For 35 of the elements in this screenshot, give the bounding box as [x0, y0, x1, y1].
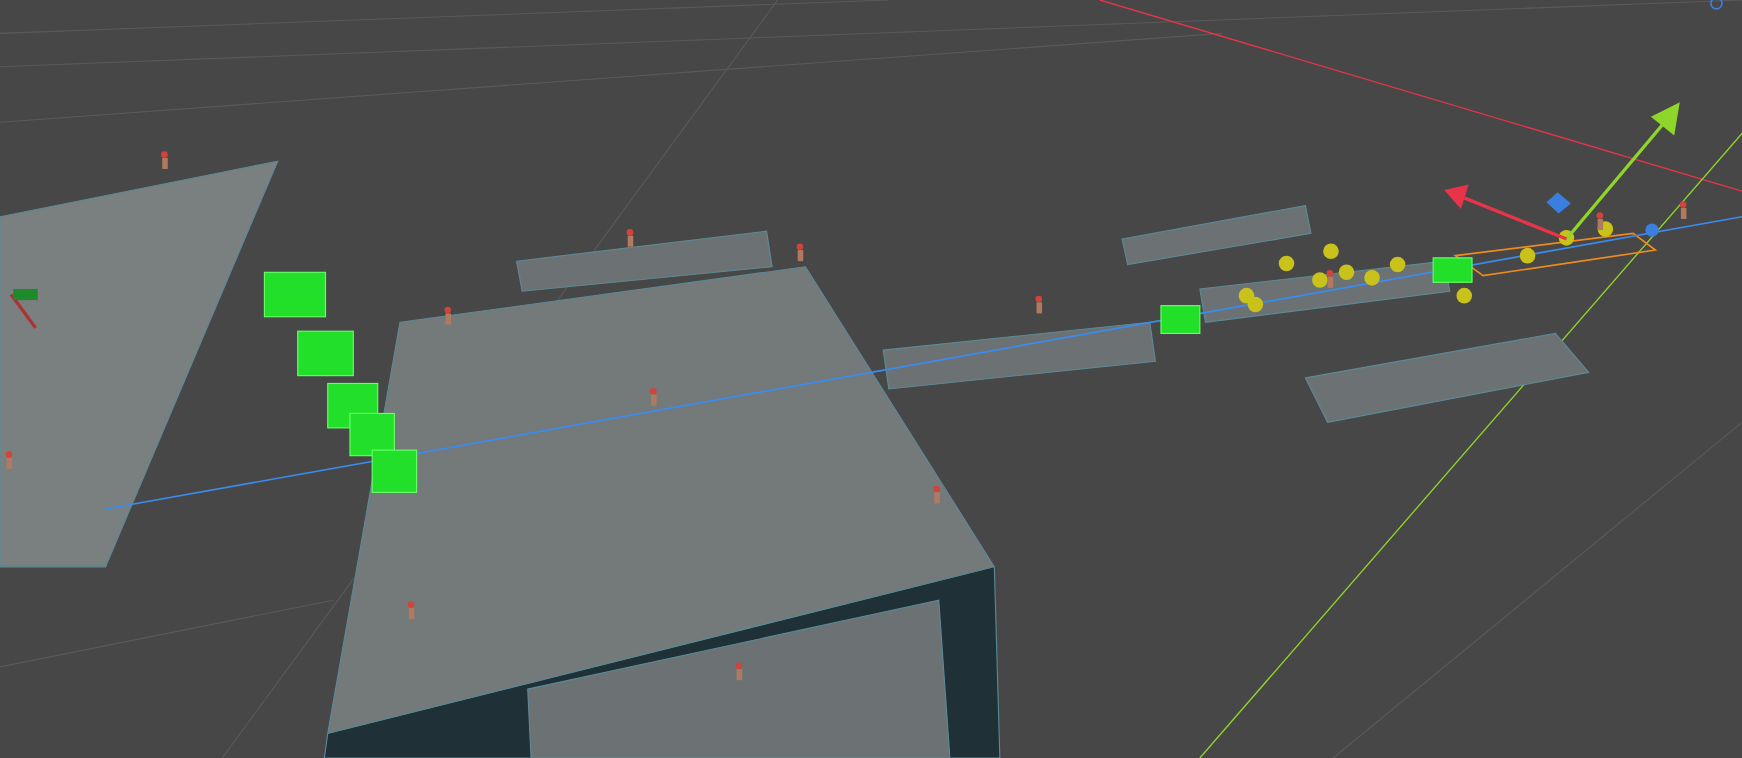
glowing-cube	[371, 449, 418, 493]
character-figure	[735, 662, 743, 681]
center-handle[interactable]	[1645, 223, 1659, 237]
character-figure	[649, 387, 657, 406]
character-figure	[161, 151, 168, 169]
y-axis-arrow-handle[interactable]	[1565, 102, 1680, 241]
coin-sphere	[1312, 272, 1328, 288]
character-figure	[1035, 295, 1043, 314]
coin-sphere	[1519, 247, 1536, 264]
character-figure	[1596, 212, 1604, 231]
plane-handle[interactable]	[1546, 192, 1571, 214]
glowing-cube	[297, 330, 354, 377]
character-figure	[933, 485, 940, 504]
coin-sphere	[1364, 270, 1380, 286]
character-figure	[1679, 201, 1687, 219]
glowing-cube	[349, 412, 395, 457]
glowing-cube	[263, 271, 327, 318]
flag-drawing	[9, 288, 38, 329]
x-axis-arrow-handle[interactable]	[1444, 184, 1568, 241]
character-figure	[5, 451, 13, 470]
character-figure	[444, 306, 452, 325]
character-figure	[407, 601, 415, 620]
coin-sphere	[1247, 296, 1264, 313]
coin-sphere	[1323, 243, 1339, 259]
character-figure	[796, 243, 804, 262]
character-figure	[626, 228, 634, 247]
glowing-cube	[1160, 305, 1201, 334]
coin-sphere	[1558, 230, 1575, 246]
coin-sphere	[1338, 264, 1355, 281]
coin-sphere	[1456, 287, 1473, 304]
coin-sphere	[1389, 256, 1406, 273]
glowing-cube	[1432, 257, 1473, 283]
coin-sphere	[1278, 255, 1295, 272]
character-figure	[1326, 270, 1334, 288]
view-gizmo-icon[interactable]	[1710, 0, 1723, 10]
